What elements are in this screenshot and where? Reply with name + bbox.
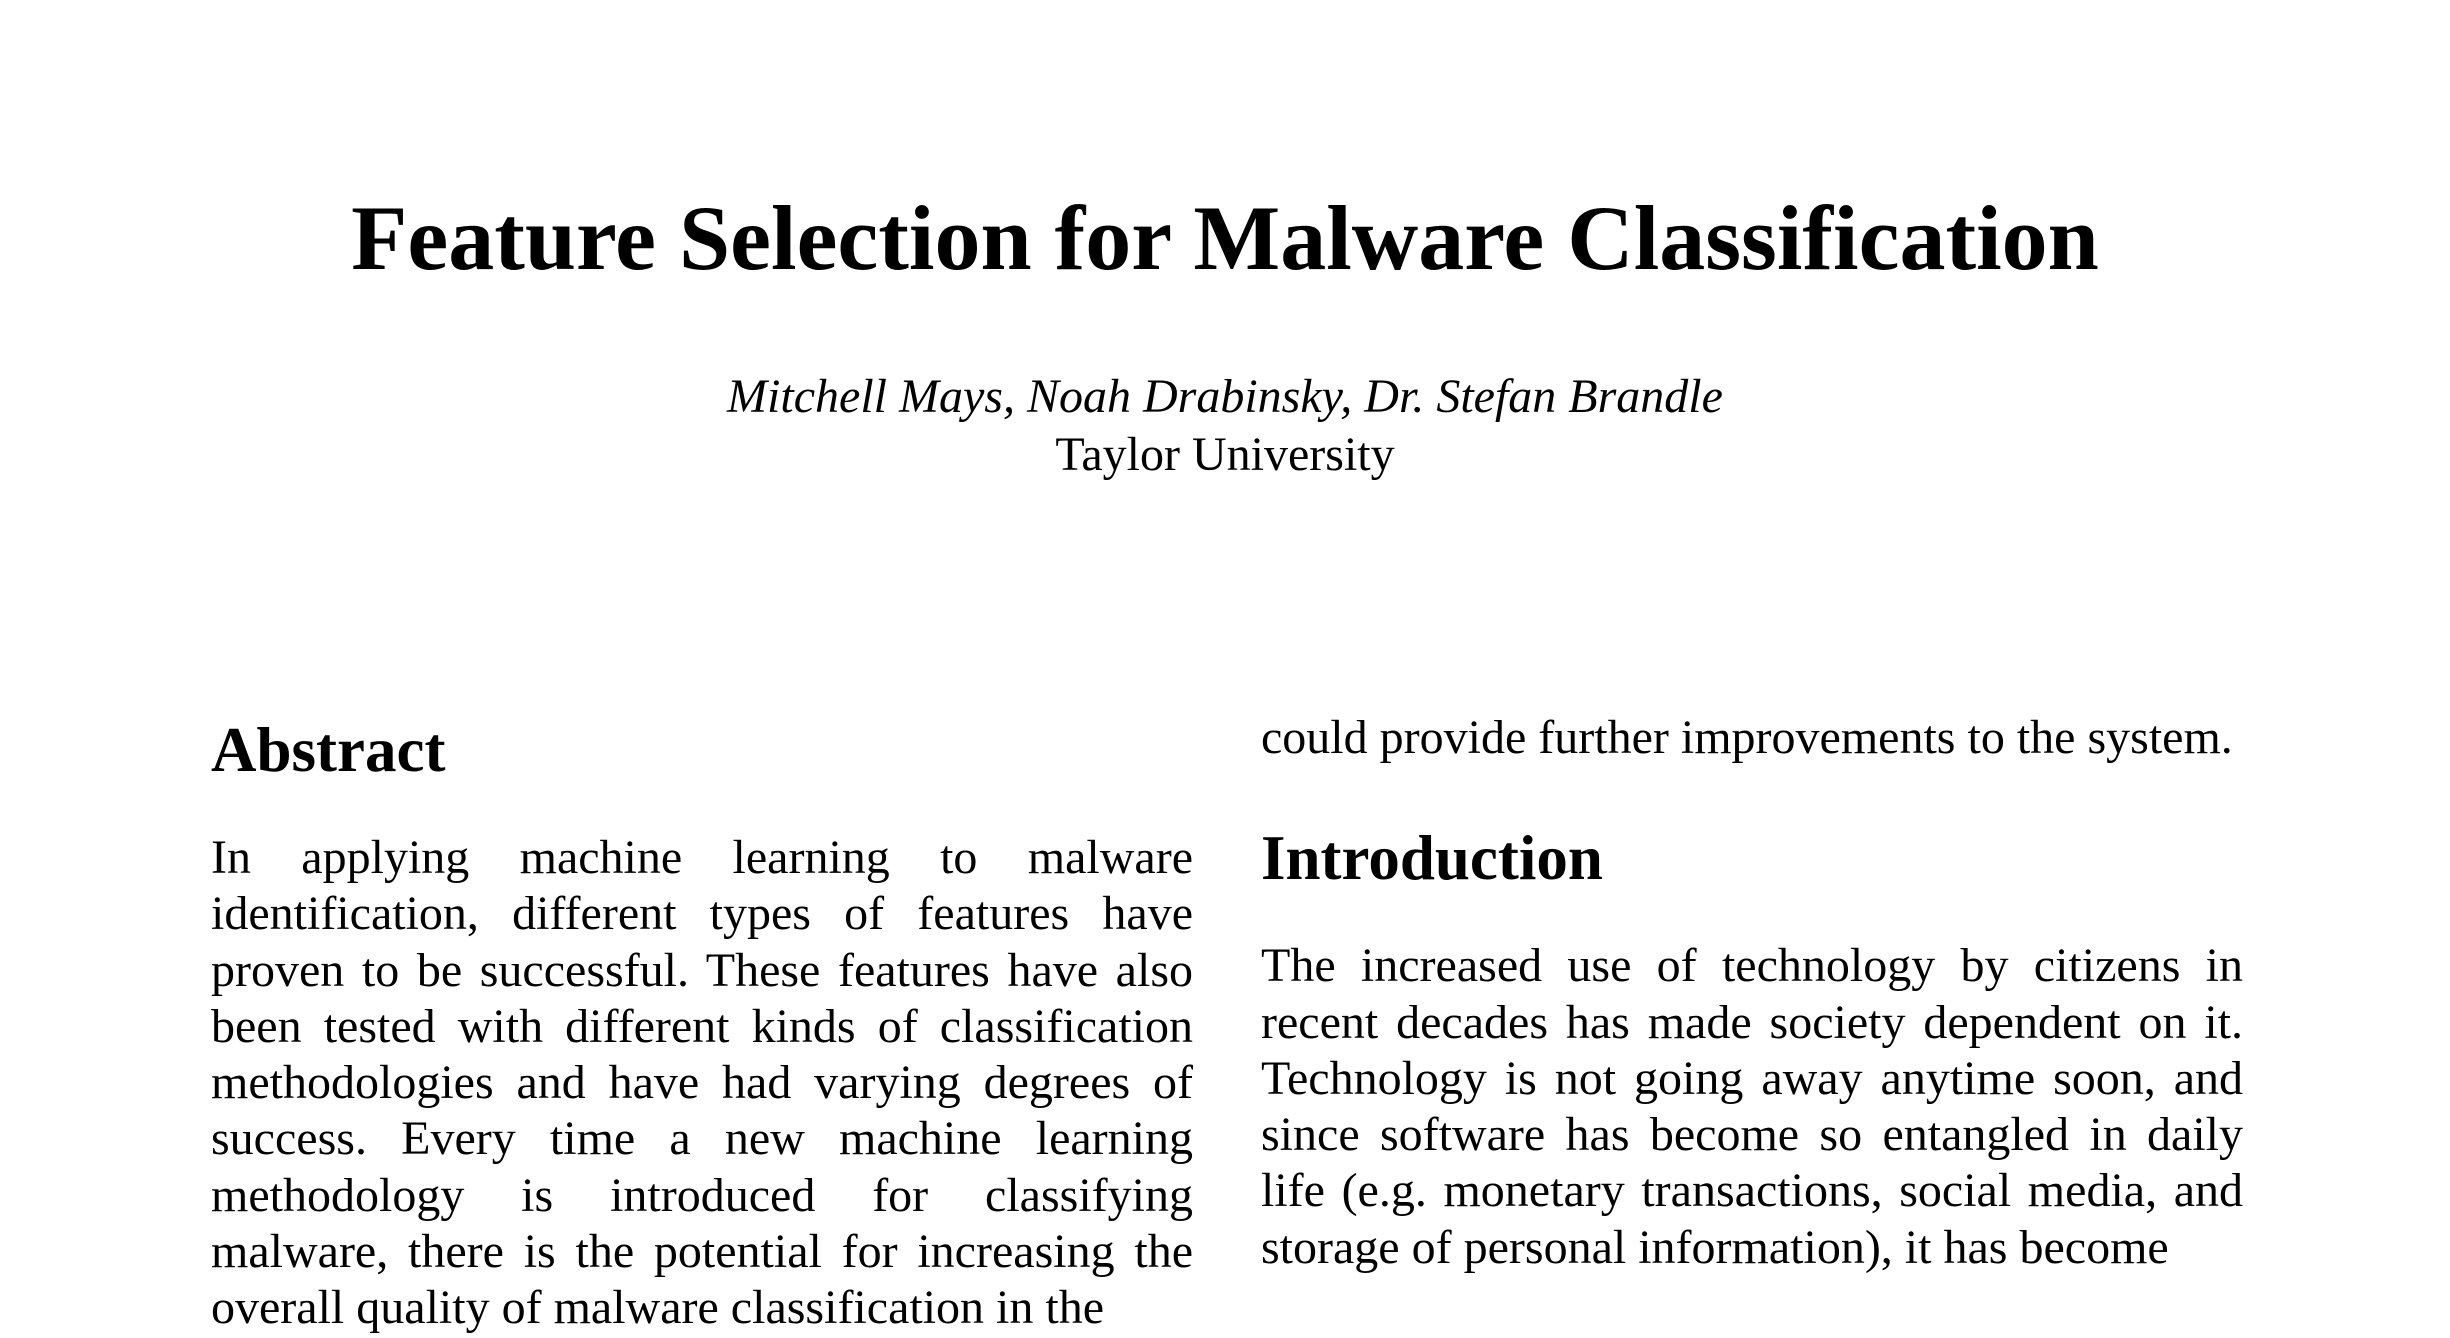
- right-column: could provide further improvements to th…: [1261, 710, 2243, 1276]
- introduction-paragraph: The increased use of technology by citiz…: [1261, 939, 2243, 1274]
- left-column: Abstract In applying machine learning to…: [211, 710, 1193, 1337]
- introduction-heading: Introduction: [1261, 823, 1603, 894]
- paper-authors: Mitchell Mays, Noah Drabinsky, Dr. Stefa…: [727, 370, 1723, 423]
- paper-affiliation: Taylor University: [1055, 428, 1395, 481]
- paper-page: Feature Selection for Malware Classifica…: [0, 0, 2450, 1338]
- abstract-continuation-paragraph: could provide further improvements to th…: [1261, 711, 2233, 764]
- abstract-paragraph: In applying machine learning to malware …: [211, 831, 1193, 1335]
- abstract-heading: Abstract: [211, 715, 446, 785]
- paper-title: Feature Selection for Malware Classifica…: [351, 187, 2099, 289]
